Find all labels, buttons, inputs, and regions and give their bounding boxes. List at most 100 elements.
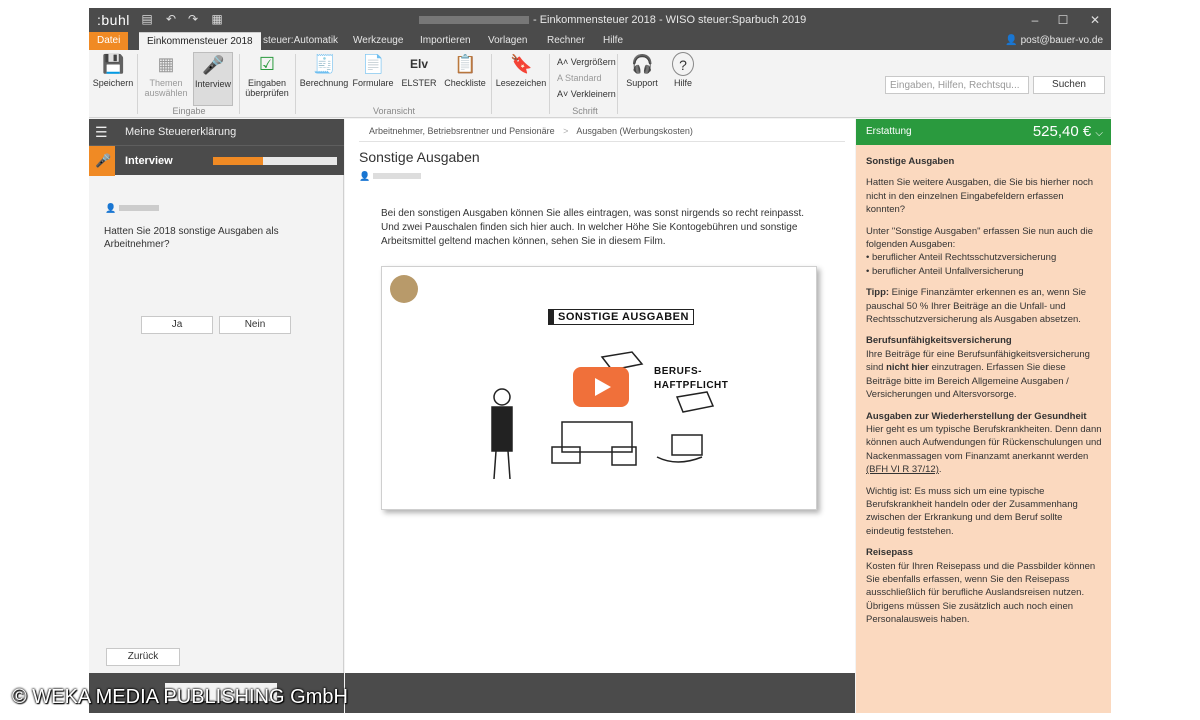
checklist-icon: 📋 [454,54,477,74]
calculator-icon[interactable]: ▦ [209,11,225,27]
tab-vorlagen[interactable]: Vorlagen [480,32,535,50]
help-paragraph: Unter "Sonstige Ausgaben" erfassen Sie n… [866,225,1093,251]
speichern-button[interactable]: 💾 Speichern [91,52,135,106]
support-button[interactable]: 🎧 Support [621,52,663,106]
main-content: Arbeitnehmer, Betriebsrentner und Pensio… [345,119,855,713]
user-icon: 👤 [1005,35,1021,46]
undo-icon[interactable]: ↶ [163,11,179,27]
help-paragraph: Wichtig ist: Es muss sich um eine typisc… [866,485,1078,537]
font-reset-icon: A [557,73,566,83]
chevron-down-icon: ⌵ [1095,128,1103,139]
divider [491,54,492,114]
tab-rechner[interactable]: Rechner [539,32,593,50]
help-heading: Sonstige Ausgaben [866,156,955,167]
checkmark-icon: ☑ [258,54,276,74]
group-schrift: Schrift [572,106,598,116]
microphone-icon: 🎤 [202,55,225,75]
help-panel: Erstattung 525,40 € ⌵ Sonstige Ausgaben … [856,119,1111,713]
copyright-watermark: © WEKA MEDIA PUBLISHING GmbH [12,686,348,708]
help-list: beruflicher Anteil Rechtsschutzversicher… [866,251,1102,278]
hilfe-button[interactable]: ? Hilfe [665,52,701,106]
elster-button[interactable]: Elv ELSTER [399,52,439,106]
app-window: :buhl ▤ ↶ ↷ ▦ - Einkommensteuer 2018 - W… [89,8,1111,713]
tab-datei[interactable]: Datei [89,32,129,50]
tab-hilfe[interactable]: Hilfe [595,32,631,50]
divider [549,54,550,114]
redo-icon[interactable]: ↷ [185,11,201,27]
interview-header[interactable]: 🎤 Interview [89,145,344,176]
tab-importieren[interactable]: Importieren [412,32,479,50]
font-decrease-icon: A˅ [557,89,571,99]
themen-button[interactable]: ▦ Themen auswählen [143,52,189,106]
standard-button[interactable]: A Standard [557,70,616,86]
headset-icon: 🎧 [631,54,654,74]
maximize-icon[interactable]: ☐ [1051,10,1075,30]
minimize-icon[interactable]: – [1023,10,1047,30]
refund-label: Erstattung [866,126,912,137]
divider [295,54,296,114]
save-icon[interactable]: ▤ [139,11,155,27]
help-tip: Tipp: Einige Finanzämter erkennen es an,… [866,287,1087,326]
intro-text: Bei den sonstigen Ausgaben können Sie al… [381,208,805,247]
group-voransicht: Voransicht [372,106,416,116]
list-item: beruflicher Anteil Rechtsschutzversicher… [866,251,1102,264]
window-title: - Einkommensteuer 2018 - WISO steuer:Spa… [419,14,819,26]
help-paragraph: Kosten für Ihren Reisepass und die Passb… [866,560,1096,626]
redacted-name [118,205,159,211]
topics-icon: ▦ [157,54,175,74]
help-paragraph: Ihre Beiträge für eine Berufsunfähigkeit… [866,348,1090,401]
main-footer [345,673,855,713]
microphone-icon: 🎤 [89,146,115,176]
bfh-link[interactable]: (BFH VI R 37/12) [866,464,939,475]
search-input[interactable]: Eingaben, Hilfen, Rechtsqu... [885,76,1029,94]
breadcrumb-item[interactable]: Arbeitnehmer, Betriebsrentner und Pensio… [369,126,555,136]
tab-steuerautomatik[interactable]: steuer:Automatik [255,32,346,50]
help-heading: Ausgaben zur Wiederherstellung der Gesun… [866,410,1087,422]
vergroessern-button[interactable]: A˄ Vergrößern [557,54,616,70]
verkleinern-button[interactable]: A˅ Verkleinern [557,86,616,102]
search-button[interactable]: Suchen [1033,76,1105,94]
back-button[interactable]: Zurück [106,648,180,666]
left-panel: ☰ Meine Steuererklärung 🎤 Interview 👤 Ha… [89,119,344,713]
floppy-icon: 💾 [102,54,125,74]
refund-header[interactable]: Erstattung 525,40 € ⌵ [856,119,1111,145]
eingaben-pruefen-button[interactable]: ☑ Eingaben überprüfen [243,52,291,106]
redacted-name [419,16,529,25]
progress-fill [213,157,263,165]
video-player[interactable]: SONSTIGE AUSGABEN BERUFS- HAFTPFLICHT [381,266,817,510]
tab-einkommensteuer[interactable]: Einkommensteuer 2018 [139,32,261,50]
help-content: Sonstige Ausgaben Hatten Sie weitere Aus… [866,155,1102,635]
checkliste-button[interactable]: 📋 Checkliste [443,52,487,106]
no-button[interactable]: Nein [219,316,291,334]
berechnung-button[interactable]: 🧾 Berechnung [299,52,349,106]
formulare-button[interactable]: 📄 Formulare [351,52,395,106]
tax-return-header[interactable]: ☰ Meine Steuererklärung [89,119,344,145]
ribbon: 💾 Speichern ▦ Themen auswählen 🎤 Intervi… [89,50,1111,118]
person-icon: 👤 [359,171,421,182]
elster-icon: Elv [409,57,428,71]
form-icon: 📄 [362,54,385,74]
tab-werkzeuge[interactable]: Werkzeuge [345,32,411,50]
close-icon[interactable]: ✕ [1083,10,1107,30]
page-title: Sonstige Ausgaben [359,149,480,165]
help-heading: Reisepass [866,547,914,559]
help-paragraph: Hatten Sie weitere Ausgaben, die Sie bis… [866,177,1094,216]
yes-button[interactable]: Ja [141,316,213,334]
ribbon-tabs: Datei Einkommensteuer 2018 steuer:Automa… [89,32,1111,50]
person-icon: 👤 [105,203,159,214]
title-bar: :buhl ▤ ↶ ↷ ▦ - Einkommensteuer 2018 - W… [89,8,1111,32]
refund-amount: 525,40 € ⌵ [1032,123,1103,140]
divider [137,54,138,114]
play-button[interactable] [573,367,629,407]
breadcrumb: Arbeitnehmer, Betriebsrentner und Pensio… [369,126,693,136]
interview-button[interactable]: 🎤 Interview [193,52,233,106]
lesezeichen-button[interactable]: 🔖 Lesezeichen [495,52,547,106]
question-text: Hatten Sie 2018 sonstige Ausgaben als Ar… [104,226,279,250]
divider [239,54,240,114]
breadcrumb-separator: > [563,126,569,136]
user-account[interactable]: 👤 post@bauer-vo.de [1005,32,1103,50]
list-icon: ☰ [95,124,108,140]
list-item: beruflicher Anteil Unfallversicherung [866,265,1102,278]
breadcrumb-item[interactable]: Ausgaben (Werbungskosten) [576,126,692,136]
group-eingabe: Eingabe [172,106,206,116]
